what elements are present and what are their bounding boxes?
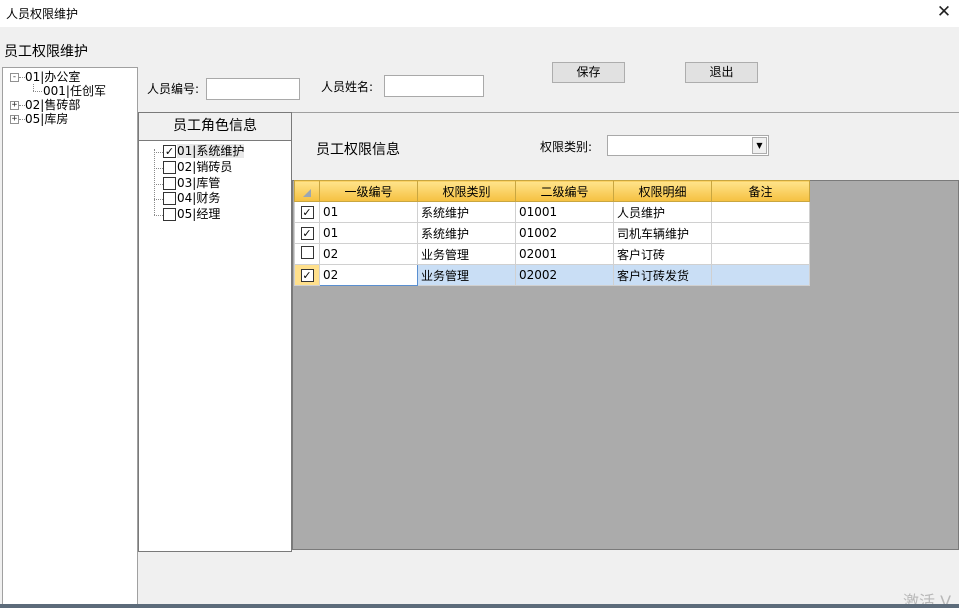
tree-connector [154,149,155,215]
row-checkbox-cell[interactable]: ✓ [294,201,320,223]
person-id-input[interactable] [206,78,300,100]
cell-category[interactable]: 业务管理 [417,243,516,265]
table-row-selected[interactable]: ✓ 02 业务管理 02002 客户订砖发货 [294,264,810,286]
cell-remark[interactable] [711,264,810,286]
row-checkbox-cell[interactable] [294,243,320,265]
cell-remark[interactable] [711,222,810,244]
tree-connector [154,168,163,169]
row-checkbox[interactable] [300,246,314,259]
exit-button[interactable]: 退出 [685,62,758,83]
cell-level2-code[interactable]: 02002 [515,264,614,286]
cell-detail[interactable]: 客户订砖发货 [613,264,712,286]
cell-detail[interactable]: 客户订砖 [613,243,712,265]
role-item-sales[interactable]: 02|销砖员 [177,160,232,174]
tree-connector [154,152,163,153]
row-checkbox-cell[interactable]: ✓ [294,264,320,286]
person-name-input[interactable] [384,75,484,97]
role-checkbox[interactable] [163,161,176,174]
department-tree[interactable]: - 01|办公室 001|任创军 + 02|售砖部 + 05|库房 [2,67,138,608]
tree-node-employee[interactable]: 001|任创军 [43,84,106,98]
select-all-icon [303,188,311,197]
column-header-level2-code[interactable]: 二级编号 [515,180,614,202]
cell-category[interactable]: 业务管理 [417,264,516,286]
category-label: 权限类别: [540,140,593,154]
tree-connector [33,91,42,92]
row-checkbox[interactable]: ✓ [300,269,314,282]
cell-level2-code[interactable]: 02001 [515,243,614,265]
bottom-panel [138,552,959,605]
row-checkbox[interactable]: ✓ [300,206,314,219]
permissions-title: 员工权限信息 [316,142,400,158]
role-checkbox[interactable]: ✓ [163,145,176,158]
table-row[interactable]: ✓ 01 系统维护 01002 司机车辆维护 [294,222,810,244]
close-icon[interactable]: ✕ [933,1,955,23]
tree-connector [154,215,163,216]
column-header-category[interactable]: 权限类别 [417,180,516,202]
column-header-detail[interactable]: 权限明细 [613,180,712,202]
cell-level2-code[interactable]: 01002 [515,222,614,244]
tree-node-sales[interactable]: 02|售砖部 [25,98,80,112]
tree-connector [154,199,163,200]
table-row[interactable]: ✓ 01 系统维护 01001 人员维护 [294,201,810,223]
form-heading: 员工权限维护 [4,44,88,60]
role-item-system[interactable]: 01|系统维护 [177,144,245,158]
expand-icon[interactable]: + [10,115,19,124]
cell-level1-code[interactable]: 02 [319,243,418,265]
cell-category[interactable]: 系统维护 [417,201,516,223]
row-checkbox-cell[interactable]: ✓ [294,222,320,244]
table-row[interactable]: 02 业务管理 02001 客户订砖 [294,243,810,265]
tree-connector [33,84,34,91]
window-title: 人员权限维护 [6,7,79,21]
save-button[interactable]: 保存 [552,62,625,83]
role-item-manager[interactable]: 05|经理 [177,207,220,221]
column-header-remark[interactable]: 备注 [711,180,810,202]
row-checkbox[interactable]: ✓ [300,227,314,240]
cell-detail[interactable]: 司机车辆维护 [613,222,712,244]
tree-node-warehouse[interactable]: 05|库房 [25,112,68,126]
role-checkbox[interactable] [163,208,176,221]
role-item-finance[interactable]: 04|财务 [177,191,220,205]
dropdown-arrow-icon[interactable]: ▼ [752,137,767,154]
tree-node-office[interactable]: 01|办公室 [25,70,80,84]
cell-level1-code[interactable]: 01 [319,201,418,223]
cell-detail[interactable]: 人员维护 [613,201,712,223]
cell-category[interactable]: 系统维护 [417,222,516,244]
cell-level2-code[interactable]: 01001 [515,201,614,223]
cell-remark[interactable] [711,201,810,223]
collapse-icon[interactable]: - [10,73,19,82]
role-checkbox[interactable] [163,192,176,205]
cell-level1-code-editing[interactable]: 02 [319,264,418,286]
category-select[interactable]: ▼ [607,135,769,156]
taskbar-strip [0,604,959,608]
role-panel-title: 员工角色信息 [139,113,291,141]
person-name-label: 人员姓名: [321,80,374,94]
expand-icon[interactable]: + [10,101,19,110]
role-item-warehouse[interactable]: 03|库管 [177,176,220,190]
column-header-level1-code[interactable]: 一级编号 [319,180,418,202]
role-checkbox[interactable] [163,177,176,190]
permissions-grid[interactable]: 一级编号 权限类别 二级编号 权限明细 备注 ✓ 01 系统维护 01001 人… [294,180,810,286]
cell-remark[interactable] [711,243,810,265]
title-bar: 人员权限维护 ✕ [0,0,959,27]
grid-corner[interactable] [294,180,320,202]
tree-connector [154,184,163,185]
role-panel: 员工角色信息 ✓ 01|系统维护 02|销砖员 03|库管 04|财务 05|经… [138,112,292,552]
cell-level1-code[interactable]: 01 [319,222,418,244]
person-id-label: 人员编号: [147,82,200,96]
